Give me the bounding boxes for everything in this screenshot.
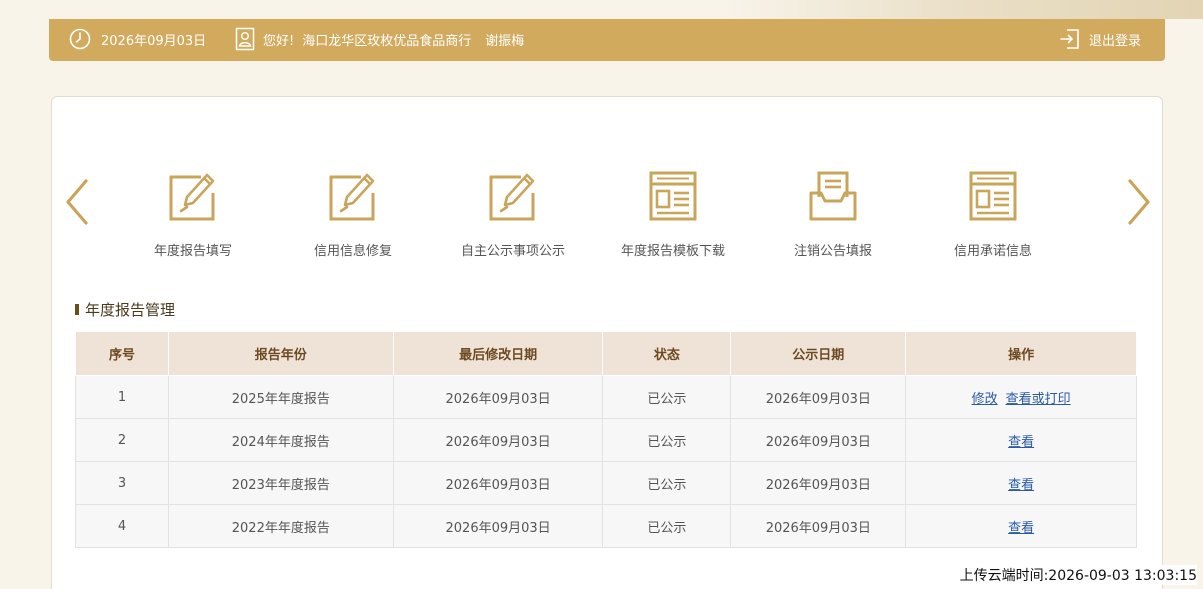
logout-button[interactable]: 退出登录: [1059, 28, 1141, 50]
section-title-text: 年度报告管理: [85, 301, 176, 319]
cell-year: 2025年年度报告: [167, 375, 394, 419]
cell-actions: 修改 查看或打印: [905, 375, 1137, 419]
current-date: 2026年09月03日: [101, 33, 207, 49]
cell-year: 2022年年度报告: [167, 504, 394, 548]
cell-status: 已公示: [602, 418, 732, 462]
clock-icon: [69, 28, 91, 50]
table-row: 3 2023年年度报告 2026年09月03日 已公示 2026年09月03日 …: [75, 461, 1137, 505]
greeting-text: 您好!: [263, 33, 295, 49]
menu-item-self-disclosure[interactable]: 自主公示事项公示: [433, 169, 593, 259]
chevron-left-icon: [66, 179, 88, 225]
col-header-year: 报告年份: [167, 331, 394, 376]
section-title-marker: [75, 304, 79, 315]
col-header-actions: 操作: [905, 331, 1137, 376]
cell-modified: 2026年09月03日: [392, 461, 604, 505]
cell-no: 4: [75, 504, 169, 548]
menu-item-label: 信用信息修复: [313, 244, 392, 259]
col-header-no: 序号: [75, 331, 169, 376]
cell-publish: 2026年09月03日: [730, 418, 907, 462]
view-link[interactable]: 查看: [1008, 478, 1034, 493]
person-name: 谢振梅: [485, 33, 525, 49]
cell-status: 已公示: [602, 461, 732, 505]
edit-link[interactable]: 修改: [972, 392, 998, 407]
logout-icon: [1059, 28, 1081, 50]
cell-actions: 查看: [905, 461, 1137, 505]
section-title: 年度报告管理: [75, 299, 175, 320]
cell-actions: 查看: [905, 418, 1137, 462]
view-link[interactable]: 查看: [1008, 435, 1034, 450]
col-header-publish: 公示日期: [730, 331, 907, 376]
carousel-prev-button[interactable]: [62, 177, 92, 227]
top-decoration: [0, 0, 1203, 19]
logout-label: 退出登录: [1088, 33, 1141, 49]
cell-no: 3: [75, 461, 169, 505]
menu-item-label: 注销公告填报: [793, 244, 872, 259]
cell-no: 2: [75, 418, 169, 462]
user-card-icon: [235, 27, 255, 51]
col-header-modified: 最后修改日期: [392, 331, 604, 376]
cell-modified: 2026年09月03日: [392, 375, 604, 419]
cell-actions: 查看: [905, 504, 1137, 548]
menu-item-label: 信用承诺信息: [953, 244, 1032, 259]
menu-item-credit-commitment[interactable]: 信用承诺信息: [913, 169, 1073, 259]
cell-publish: 2026年09月03日: [730, 504, 907, 548]
menu-item-label: 年度报告填写: [153, 244, 232, 259]
table-header-row: 序号 报告年份 最后修改日期 状态 公示日期 操作: [75, 331, 1137, 376]
annual-report-table: 序号 报告年份 最后修改日期 状态 公示日期 操作 1 2025年年度报告 20…: [75, 331, 1137, 548]
chevron-right-icon: [1128, 179, 1150, 225]
table-row: 2 2024年年度报告 2026年09月03日 已公示 2026年09月03日 …: [75, 418, 1137, 462]
view-link[interactable]: 查看: [1008, 521, 1034, 536]
menu-item-credit-repair[interactable]: 信用信息修复: [273, 169, 433, 259]
template-icon: [969, 171, 1017, 221]
col-header-status: 状态: [602, 331, 732, 376]
template-icon: [649, 171, 697, 221]
menu-item-label: 年度报告模板下载: [620, 244, 725, 259]
view-or-print-link[interactable]: 查看或打印: [1006, 392, 1071, 407]
cell-year: 2024年年度报告: [167, 418, 394, 462]
cell-status: 已公示: [602, 375, 732, 419]
edit-icon: [489, 173, 535, 221]
table-row: 1 2025年年度报告 2026年09月03日 已公示 2026年09月03日 …: [75, 375, 1137, 419]
cell-modified: 2026年09月03日: [392, 504, 604, 548]
header-bar: 2026年09月03日 您好! 海口龙华区玫枚优品食品商行 谢振梅 退出登录: [49, 19, 1165, 61]
table-row: 4 2022年年度报告 2026年09月03日 已公示 2026年09月03日 …: [75, 504, 1137, 548]
date-group: 2026年09月03日: [69, 28, 206, 50]
cell-no: 1: [75, 375, 169, 419]
main-card: 年度报告填写 信用信息修复 自主公示事项公示 年度报告模板下载 注销公告填报 信…: [51, 96, 1163, 589]
user-group: 您好! 海口龙华区玫枚优品食品商行 谢振梅: [235, 27, 524, 51]
edit-icon: [169, 173, 215, 221]
menu-item-label: 自主公示事项公示: [460, 244, 565, 259]
menu-item-annual-report-fill[interactable]: 年度报告填写: [113, 169, 273, 259]
cell-status: 已公示: [602, 504, 732, 548]
cell-year: 2023年年度报告: [167, 461, 394, 505]
cell-publish: 2026年09月03日: [730, 375, 907, 419]
menu-item-cancellation-notice[interactable]: 注销公告填报: [753, 169, 913, 259]
edit-icon: [329, 173, 375, 221]
menu-item-template-download[interactable]: 年度报告模板下载: [593, 169, 753, 259]
inbox-icon: [809, 171, 857, 221]
upload-time-label: 上传云端时间:2026-09-03 13:03:15: [957, 565, 1197, 585]
carousel-next-button[interactable]: [1124, 177, 1154, 227]
company-name: 海口龙华区玫枚优品食品商行: [302, 33, 472, 49]
cell-publish: 2026年09月03日: [730, 461, 907, 505]
cell-modified: 2026年09月03日: [392, 418, 604, 462]
